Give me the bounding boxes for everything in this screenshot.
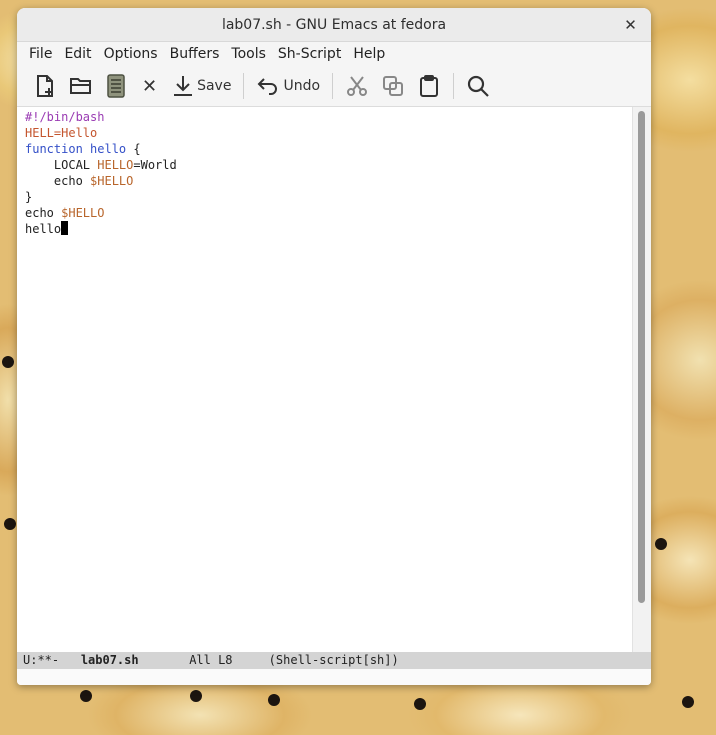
undo-arrow-icon bbox=[258, 78, 278, 95]
wallpaper-decoration bbox=[4, 518, 16, 530]
window-close-button[interactable]: ✕ bbox=[620, 14, 641, 35]
code-token: HELLO bbox=[97, 158, 134, 172]
tool-bar: ✕ Save Undo bbox=[17, 66, 651, 107]
vertical-scrollbar[interactable] bbox=[632, 107, 651, 652]
wallpaper-decoration bbox=[2, 356, 14, 368]
code-token: HELL=Hello bbox=[25, 126, 98, 140]
save-label: Save bbox=[197, 78, 232, 94]
emacs-window: lab07.sh - GNU Emacs at fedora ✕ File Ed… bbox=[17, 8, 651, 685]
code-line[interactable]: echo $HELLO bbox=[25, 173, 633, 189]
modeline-mode: (Shell-script[sh]) bbox=[268, 653, 399, 667]
copy-icon bbox=[383, 76, 404, 96]
search-icon bbox=[467, 75, 489, 97]
code-token: echo bbox=[25, 206, 62, 220]
menu-buffers[interactable]: Buffers bbox=[164, 46, 226, 62]
copy-button[interactable] bbox=[375, 70, 411, 102]
title-bar[interactable]: lab07.sh - GNU Emacs at fedora ✕ bbox=[17, 8, 651, 42]
code-token: hello bbox=[90, 142, 127, 156]
search-button[interactable] bbox=[460, 70, 496, 102]
wallpaper-decoration bbox=[655, 538, 667, 550]
code-token: #!/bin/bash bbox=[25, 110, 105, 124]
code-line[interactable]: LOCAL HELLO=World bbox=[25, 157, 633, 173]
paste-clipboard-icon bbox=[420, 75, 439, 97]
scrollbar-thumb[interactable] bbox=[638, 111, 645, 603]
editor-buffer[interactable]: #!/bin/bash HELL=Hello function hello { LO… bbox=[17, 107, 633, 652]
code-line[interactable]: HELL=Hello bbox=[25, 125, 633, 141]
close-icon: ✕ bbox=[142, 75, 158, 97]
code-line[interactable]: function hello { bbox=[25, 141, 633, 157]
save-buffer-button[interactable] bbox=[99, 70, 133, 102]
new-file-icon bbox=[37, 75, 53, 97]
save-down-arrow-icon bbox=[174, 76, 193, 96]
undo-label: Undo bbox=[283, 78, 321, 94]
code-token: echo bbox=[25, 174, 91, 188]
cut-button[interactable] bbox=[339, 70, 375, 102]
modeline-status: U:**- bbox=[23, 653, 60, 667]
close-buffer-button[interactable]: ✕ bbox=[133, 70, 166, 102]
open-folder-icon bbox=[70, 78, 91, 94]
menu-bar: File Edit Options Buffers Tools Sh-Scrip… bbox=[17, 42, 651, 66]
wallpaper-decoration bbox=[268, 694, 280, 706]
code-token: LOCAL bbox=[25, 158, 98, 172]
toolbar-separator bbox=[453, 73, 455, 99]
code-token: $HELLO bbox=[90, 174, 134, 188]
buffer-text[interactable]: #!/bin/bash HELL=Hello function hello { LO… bbox=[17, 107, 633, 237]
wallpaper-decoration bbox=[80, 690, 92, 702]
window-title: lab07.sh - GNU Emacs at fedora bbox=[221, 16, 447, 33]
new-file-button[interactable] bbox=[27, 70, 63, 102]
wallpaper-decoration bbox=[190, 690, 202, 702]
menu-tools[interactable]: Tools bbox=[225, 46, 272, 62]
text-cursor bbox=[61, 221, 69, 235]
code-token: $HELLO bbox=[61, 206, 105, 220]
code-line[interactable]: echo $HELLO bbox=[25, 205, 633, 221]
code-line[interactable]: hello bbox=[25, 221, 633, 237]
paste-button[interactable] bbox=[411, 70, 447, 102]
code-token: =World bbox=[133, 158, 177, 172]
toolbar-separator bbox=[243, 73, 245, 99]
menu-edit[interactable]: Edit bbox=[58, 46, 97, 62]
wallpaper-decoration bbox=[682, 696, 694, 708]
mode-line: U:**- lab07.sh All L8 (Shell-script[sh]) bbox=[17, 652, 651, 669]
menu-help[interactable]: Help bbox=[347, 46, 391, 62]
cut-scissors-icon bbox=[347, 76, 368, 96]
minibuffer[interactable] bbox=[17, 669, 651, 685]
menu-options[interactable]: Options bbox=[98, 46, 164, 62]
code-token: function bbox=[25, 142, 83, 156]
modeline-buffer-name: lab07.sh bbox=[80, 653, 139, 667]
modeline-position: All L8 bbox=[189, 653, 233, 667]
save-button[interactable]: Save bbox=[166, 70, 237, 102]
code-line[interactable]: #!/bin/bash bbox=[25, 109, 633, 125]
code-token: } bbox=[25, 190, 33, 204]
menu-file[interactable]: File bbox=[23, 46, 58, 62]
undo-button[interactable]: Undo bbox=[250, 70, 326, 102]
wallpaper-decoration bbox=[414, 698, 426, 710]
save-buffer-icon bbox=[107, 74, 125, 98]
code-line[interactable]: } bbox=[25, 189, 633, 205]
toolbar-separator bbox=[332, 73, 334, 99]
code-token: { bbox=[126, 142, 141, 156]
open-file-button[interactable] bbox=[63, 70, 99, 102]
code-token: hello bbox=[25, 222, 62, 236]
menu-sh-script[interactable]: Sh-Script bbox=[272, 46, 347, 62]
